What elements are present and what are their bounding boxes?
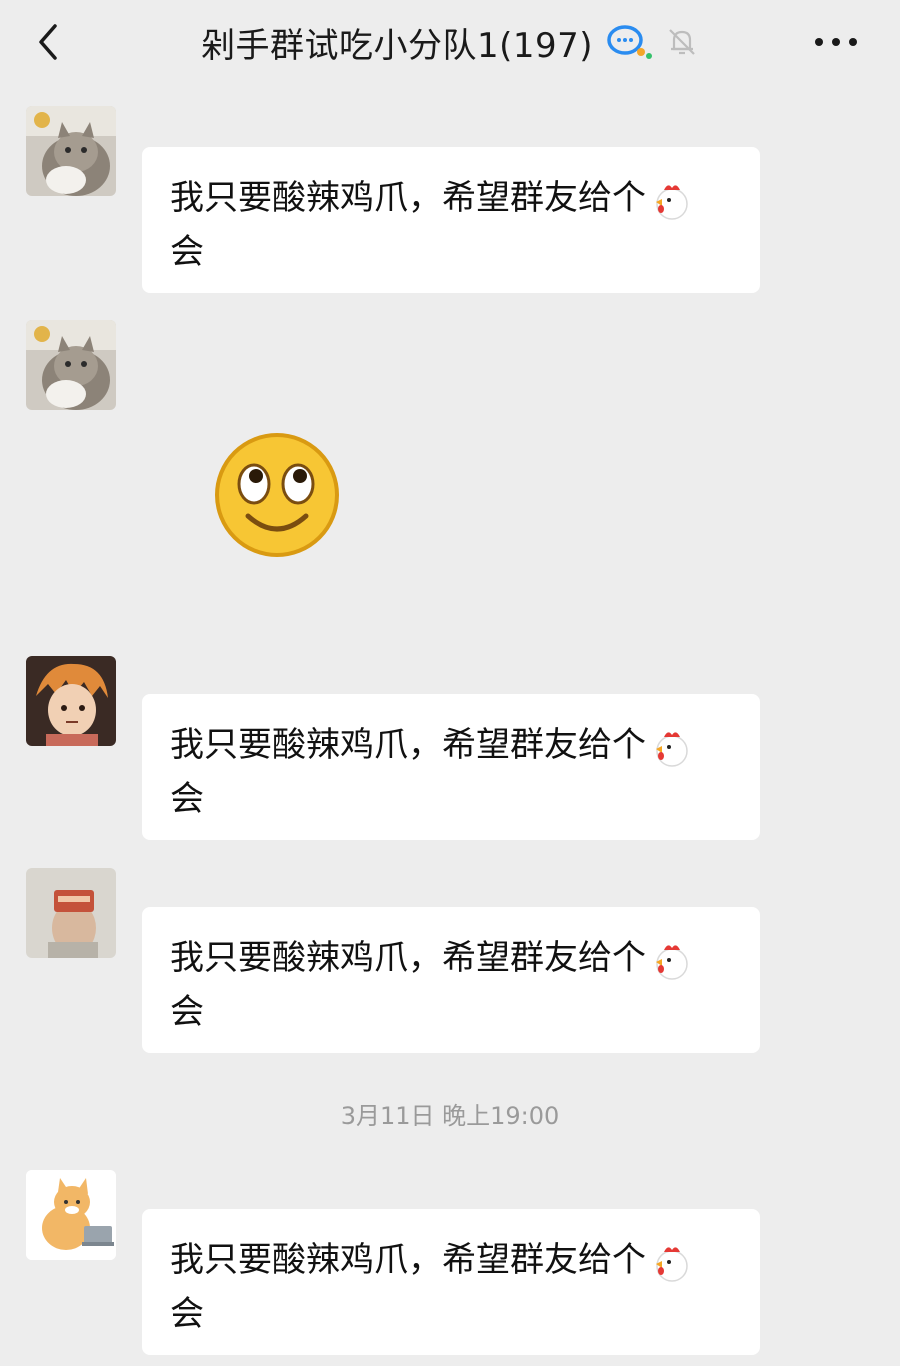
message-text: 我只要酸辣鸡爪，希望群友给个: [170, 725, 646, 765]
chicken-emoji-icon: [656, 731, 688, 767]
message-text-tail: 会: [170, 232, 204, 272]
chat-header: 剁手群试吃小分队1(197): [0, 0, 900, 86]
avatar-cat[interactable]: [26, 106, 116, 196]
avatar-cartoon-cat[interactable]: [26, 1170, 116, 1260]
chicken-emoji-icon: [656, 944, 688, 980]
group-chat-icon[interactable]: [605, 22, 653, 62]
message-bubble[interactable]: 我只要酸辣鸡爪，希望群友给个 会: [142, 694, 760, 840]
message-text: 我只要酸辣鸡爪，希望群友给个: [170, 178, 646, 218]
chicken-emoji-icon: [656, 184, 688, 220]
avatar-cat[interactable]: [26, 320, 116, 410]
smiley-face-sticker[interactable]: [212, 430, 342, 560]
avatar-anime-boy[interactable]: [26, 656, 116, 746]
more-button[interactable]: [808, 22, 864, 62]
avatar-person[interactable]: [26, 868, 116, 958]
bell-mute-icon[interactable]: [665, 25, 699, 59]
message-text-tail: 会: [170, 992, 204, 1032]
more-dots-icon: [815, 38, 857, 46]
title-group: 剁手群试吃小分队1(197): [0, 18, 900, 66]
chicken-emoji-icon: [656, 1246, 688, 1282]
message-text-tail: 会: [170, 779, 204, 819]
message-bubble[interactable]: 我只要酸辣鸡爪，希望群友给个 会: [142, 907, 760, 1053]
chat-title[interactable]: 剁手群试吃小分队1(197): [201, 18, 593, 67]
timestamp: 3月11日 晚上19:00: [340, 1102, 560, 1130]
message-text-tail: 会: [170, 1294, 204, 1334]
message-bubble[interactable]: 我只要酸辣鸡爪，希望群友给个 会: [142, 1209, 760, 1355]
message-bubble[interactable]: 我只要酸辣鸡爪，希望群友给个 会: [142, 147, 760, 293]
message-text: 我只要酸辣鸡爪，希望群友给个: [170, 1240, 646, 1280]
message-text: 我只要酸辣鸡爪，希望群友给个: [170, 938, 646, 978]
